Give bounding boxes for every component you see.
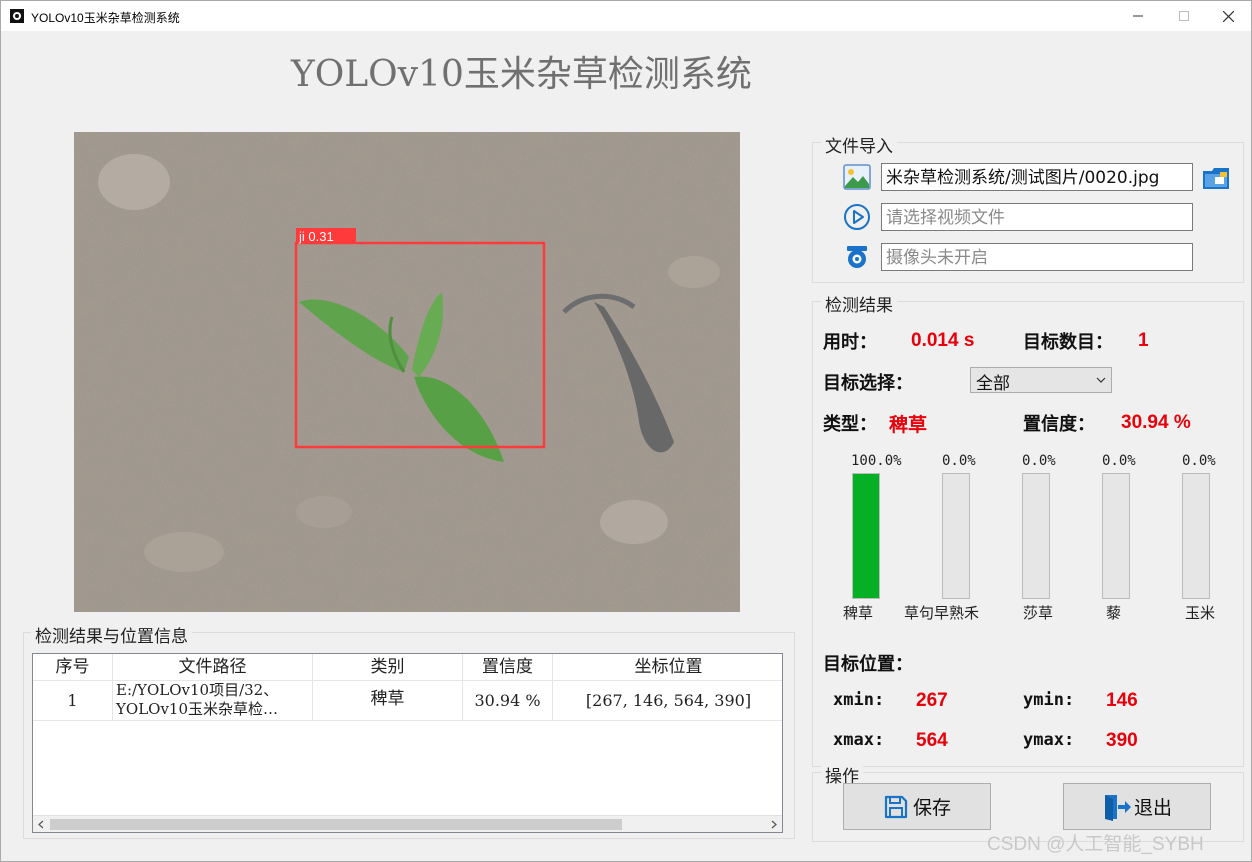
scroll-left-icon[interactable] xyxy=(37,820,45,829)
save-label: 保存 xyxy=(912,797,951,819)
close-button[interactable] xyxy=(1205,1,1251,31)
title-bar: YOLOv10玉米杂草检测系统 xyxy=(1,1,1251,31)
type-label: 类型： xyxy=(823,414,877,435)
minimize-icon xyxy=(1133,15,1143,17)
cell-path: E:/YOLOv10项目/32、 YOLOv10玉米杂草检… xyxy=(113,681,313,720)
xmin-value: 267 xyxy=(916,690,948,711)
target-position-label: 目标位置： xyxy=(823,654,913,675)
ymax-value: 390 xyxy=(1106,730,1138,751)
cell-confidence: 30.94 % xyxy=(463,681,553,720)
table-title: 检测结果与位置信息 xyxy=(31,622,192,647)
maximize-button[interactable] xyxy=(1161,1,1207,31)
cell-path-line2: YOLOv10玉米杂草检… xyxy=(116,700,279,718)
scroll-right-icon[interactable] xyxy=(770,820,778,829)
image-file-icon[interactable] xyxy=(843,164,871,190)
confidence-bar-1 xyxy=(942,473,970,599)
table-header: 序号 文件路径 类别 置信度 坐标位置 xyxy=(33,654,782,681)
bar-pct-2: 0.0% xyxy=(1022,453,1056,469)
open-folder-icon[interactable] xyxy=(1201,163,1231,191)
confidence-bar-2 xyxy=(1022,473,1050,599)
close-icon xyxy=(1222,10,1234,22)
file-import-title: 文件导入 xyxy=(821,132,897,157)
time-label: 用时： xyxy=(823,332,877,353)
camera-icon[interactable] xyxy=(843,243,871,271)
bar-name-2: 莎草 xyxy=(1023,604,1054,622)
confidence-value: 30.94 % xyxy=(1121,412,1191,433)
horizontal-scrollbar[interactable] xyxy=(33,815,782,832)
ymin-value: 146 xyxy=(1106,690,1138,711)
results-title: 检测结果 xyxy=(821,291,897,316)
bar-name-1: 草句早熟禾 xyxy=(904,604,980,622)
confidence-bar-4 xyxy=(1182,473,1210,599)
confidence-bar-3 xyxy=(1102,473,1130,599)
bar-pct-1: 0.0% xyxy=(942,453,976,469)
target-select[interactable]: 全部 xyxy=(970,367,1112,394)
image-view: ji 0.31 xyxy=(74,132,740,612)
header-path[interactable]: 文件路径 xyxy=(113,654,313,680)
time-value: 0.014 s xyxy=(911,330,975,351)
window-title: YOLOv10玉米杂草检测系统 xyxy=(31,11,180,25)
maximize-icon xyxy=(1179,11,1189,21)
cell-index: 1 xyxy=(33,681,113,720)
ymax-label: ymax: xyxy=(1023,730,1075,750)
results-table[interactable]: 序号 文件路径 类别 置信度 坐标位置 1 E:/YOLOv10项目/32、 Y… xyxy=(32,653,783,833)
minimize-button[interactable] xyxy=(1115,1,1161,31)
app-title: YOLOv10玉米杂草检测系统 xyxy=(291,54,752,95)
chevron-down-icon xyxy=(1096,377,1106,383)
bar-name-4: 玉米 xyxy=(1185,604,1216,622)
soil-photo: ji 0.31 xyxy=(74,132,740,612)
app-icon xyxy=(10,9,24,23)
xmin-label: xmin: xyxy=(833,690,885,710)
bar-fill-0 xyxy=(853,474,879,598)
video-play-icon[interactable] xyxy=(843,203,871,231)
video-file-field[interactable]: 请选择视频文件 xyxy=(881,203,1193,231)
main-window: YOLOv10玉米杂草检测系统 YOLOv10玉米杂草检测系统 ji 0.31 … xyxy=(0,0,1252,862)
save-button[interactable]: 保存 xyxy=(843,783,991,830)
target-select-label: 目标选择： xyxy=(823,373,913,394)
exit-button[interactable]: 退出 xyxy=(1063,783,1211,830)
ymin-label: ymin: xyxy=(1023,690,1075,710)
header-confidence[interactable]: 置信度 xyxy=(463,654,553,680)
xmax-label: xmax: xyxy=(833,730,885,750)
exit-icon xyxy=(1104,794,1131,821)
save-icon xyxy=(884,795,908,818)
cell-path-line1: E:/YOLOv10项目/32、 xyxy=(116,681,279,699)
header-coords[interactable]: 坐标位置 xyxy=(553,654,782,680)
bar-pct-4: 0.0% xyxy=(1182,453,1216,469)
camera-field[interactable]: 摄像头未开启 xyxy=(881,243,1193,271)
cell-class: 稗草 xyxy=(313,681,463,720)
watermark: CSDN @人工智能_SYBH xyxy=(987,834,1204,855)
scrollbar-thumb[interactable] xyxy=(50,819,622,830)
confidence-label: 置信度： xyxy=(1023,414,1095,435)
target-select-value: 全部 xyxy=(976,374,1010,394)
exit-label: 退出 xyxy=(1133,797,1172,819)
confidence-bar-0 xyxy=(852,473,880,599)
count-label: 目标数目： xyxy=(1023,332,1113,353)
xmax-value: 564 xyxy=(916,730,948,751)
detection-label: ji 0.31 xyxy=(298,229,334,244)
bar-pct-3: 0.0% xyxy=(1102,453,1136,469)
image-path-field[interactable]: 米杂草检测系统/测试图片/0020.jpg xyxy=(881,163,1193,191)
header-index[interactable]: 序号 xyxy=(33,654,113,680)
type-value: 稗草 xyxy=(889,414,928,436)
header-class[interactable]: 类别 xyxy=(313,654,463,680)
table-row[interactable]: 1 E:/YOLOv10项目/32、 YOLOv10玉米杂草检… 稗草 30.9… xyxy=(33,681,782,721)
count-value: 1 xyxy=(1138,330,1149,351)
bar-pct-0: 100.0% xyxy=(851,453,902,469)
bar-name-0: 稗草 xyxy=(843,604,874,622)
cell-coords: [267, 146, 564, 390] xyxy=(585,691,752,710)
bar-name-3: 藜 xyxy=(1106,604,1122,622)
